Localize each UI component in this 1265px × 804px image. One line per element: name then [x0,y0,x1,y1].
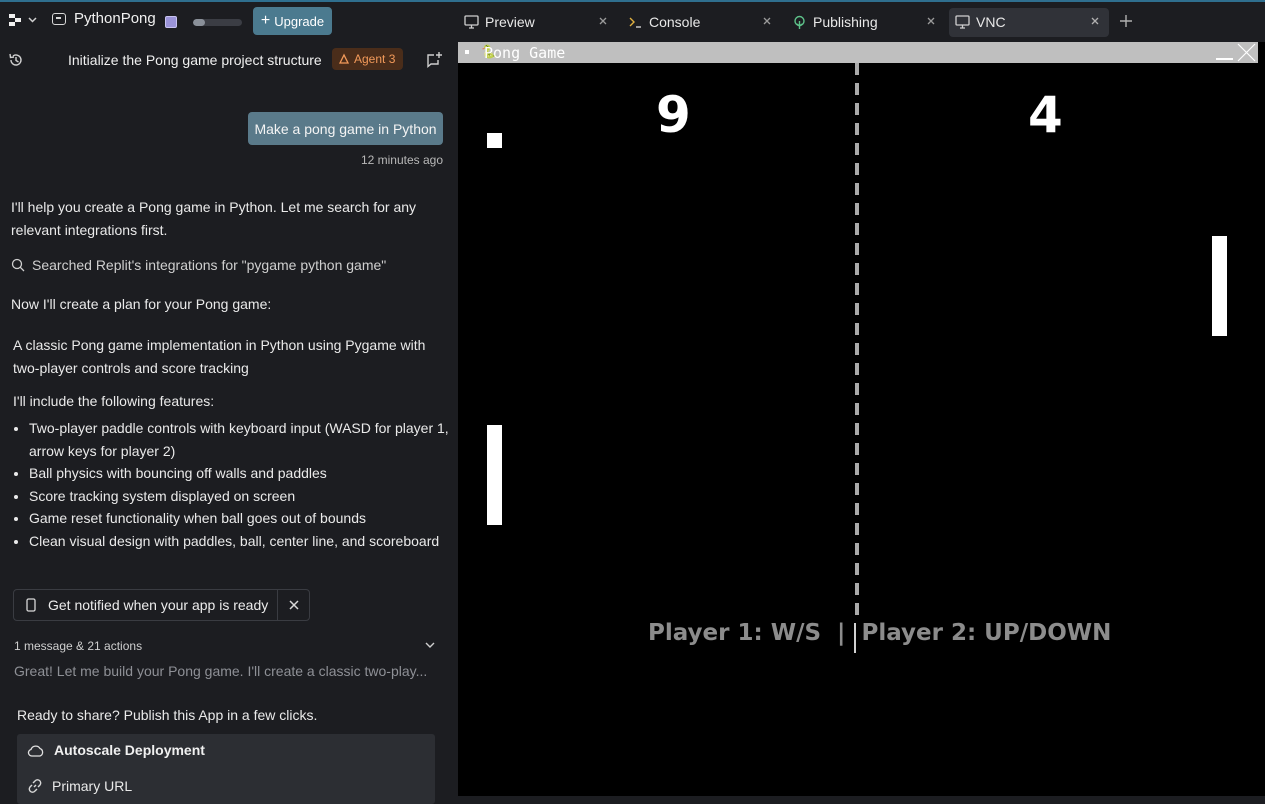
plus-icon: + [260,12,271,29]
game-window-title: Pong Game [484,44,566,62]
tab-label: VNC [976,14,1006,30]
pane-tabs: Preview Console Publishing VNC [458,2,1265,42]
link-icon [28,779,42,793]
publish-icon [794,15,805,29]
feature-item: Score tracking system displayed on scree… [29,485,449,508]
agent-icon [338,53,350,64]
monitor-icon [464,15,479,29]
workspace-header: PythonPong + Upgrade [0,2,458,40]
phone-icon [26,598,36,612]
project-icon [52,12,66,25]
tab-preview[interactable]: Preview [458,8,616,37]
deployment-card[interactable]: Autoscale Deployment Primary URL [17,734,435,804]
usage-meter[interactable] [193,19,242,26]
usage-icon[interactable] [165,16,177,28]
feature-item: Ball physics with bouncing off walls and… [29,462,449,485]
share-prompt-text: Ready to share? Publish this App in a fe… [17,707,318,723]
tab-label: Console [649,14,701,30]
deployment-title-label: Autoscale Deployment [54,742,205,758]
features-intro-text: I'll include the following features: [13,393,215,409]
feature-list: Two-player paddle controls with keyboard… [11,417,449,552]
add-tab-icon[interactable] [1118,13,1134,29]
minimize-icon[interactable] [1216,58,1233,60]
tab-label: Preview [485,14,535,30]
plan-summary-text: A classic Pong game implementation in Py… [13,337,426,376]
new-chat-icon[interactable] [426,51,443,68]
integration-search-result[interactable]: Searched Replit's integrations for "pyga… [11,257,386,273]
action-preview-text[interactable]: Great! Let me build your Pong game. I'll… [14,663,427,679]
plan-intro-text: Now I'll create a plan for your Pong gam… [11,296,272,312]
player1-score: 9 [656,86,691,144]
agent-badge-label: Agent 3 [354,52,396,66]
deployment-title: Autoscale Deployment [27,742,205,758]
replit-menu-button[interactable] [8,13,37,27]
usage-meter-fill [193,19,206,26]
primary-url-row[interactable]: Primary URL [27,778,132,794]
search-icon [11,258,25,272]
agent-intro-text: I'll help you create a Pong game in Pyth… [11,199,417,238]
text-cursor [854,623,856,653]
feature-item: Game reset functionality when ball goes … [29,507,449,530]
close-icon[interactable] [761,15,773,27]
actions-summary[interactable]: 1 message & 21 actions [14,639,438,653]
controls-hint: Player 1: W/S | Player 2: UP/DOWN [648,620,1112,646]
agent-badge[interactable]: Agent 3 [332,48,404,70]
chat-title: Initialize the Pong game project structu… [68,52,322,68]
project-switcher[interactable]: PythonPong [52,10,156,27]
notify-button[interactable]: Get notified when your app is ready [48,597,268,613]
left-paddle [487,425,502,525]
replit-logo-icon [9,14,21,26]
project-name: PythonPong [74,10,156,27]
pong-game-canvas[interactable]: 9 4 Player 1: W/S | Player 2: UP/DOWN [458,63,1258,796]
tab-publishing[interactable]: Publishing [786,8,944,37]
chevron-down-icon [28,17,37,23]
close-icon[interactable] [1237,43,1256,62]
player2-score: 4 [1028,86,1063,144]
history-icon[interactable] [8,52,24,68]
user-message: Make a pong game in Python [248,112,443,145]
center-line [855,63,859,618]
vnc-viewport[interactable]: 🐍 Pong Game 9 4 Player 1: W/S | Player 2… [458,42,1265,796]
notify-banner: Get notified when your app is ready [13,589,310,621]
terminal-icon [629,17,641,28]
tab-console[interactable]: Console [622,8,780,37]
close-icon[interactable] [286,597,302,613]
feature-item: Two-player paddle controls with keyboard… [29,417,449,462]
tab-vnc[interactable]: VNC [949,8,1109,37]
monitor-icon [955,15,970,29]
close-icon[interactable] [925,15,937,27]
right-paddle [1212,236,1227,336]
upgrade-label: Upgrade [274,13,325,29]
window-menu-icon[interactable] [465,50,469,54]
cloud-icon [27,744,44,757]
tab-label: Publishing [813,14,878,30]
message-timestamp: 12 minutes ago [360,153,443,167]
pong-ball [487,133,502,148]
primary-url-label: Primary URL [52,778,133,794]
search-result-text: Searched Replit's integrations for "pyga… [32,257,387,273]
game-window-titlebar[interactable]: 🐍 Pong Game [458,42,1258,63]
upgrade-button[interactable]: + Upgrade [253,7,332,35]
close-icon[interactable] [1089,15,1101,27]
notify-divider [277,590,278,620]
chevron-down-icon[interactable] [425,642,435,649]
feature-item: Clean visual design with paddles, ball, … [29,530,449,553]
close-icon[interactable] [597,15,609,27]
